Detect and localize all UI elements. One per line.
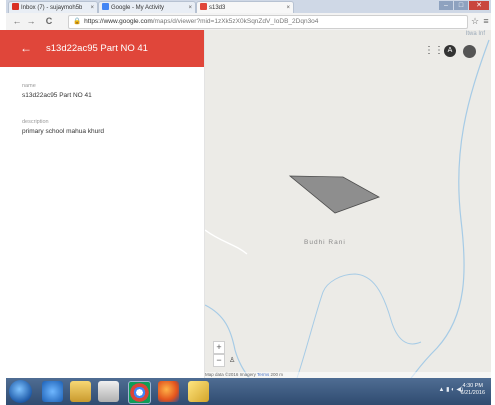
map-place-label: Itwa Inf [465, 31, 485, 37]
browser-menu-icon[interactable]: ≡ [481, 15, 491, 27]
apps-grid-icon[interactable]: ⋮⋮⋮ [424, 45, 454, 57]
media-player-icon[interactable] [98, 381, 119, 402]
river-line [410, 39, 490, 378]
road-line [205, 229, 248, 255]
screenshot-frame: Inbox (7) - sujaymoh5b × Google - My Act… [0, 0, 495, 405]
zoom-out-button[interactable]: − [213, 354, 225, 367]
url-host: www.google.com [103, 18, 153, 25]
chrome-icon[interactable] [128, 381, 151, 404]
scale-bar: 200 m [270, 372, 284, 377]
back-arrow-icon[interactable]: ← [20, 42, 32, 54]
map-canvas[interactable]: Itwa Inf Budhi Rani ⋮⋮⋮ A + − ♙ Map data… [205, 30, 491, 378]
url-scheme: https:// [84, 18, 104, 25]
start-button-icon[interactable] [9, 380, 32, 403]
gmail-icon [12, 3, 19, 10]
clock-date: 6/21/2016 [460, 390, 485, 396]
url-path: /maps/d/viewer?mid=1zXk5zX0kSqnZdV_IoDB_… [152, 18, 319, 25]
file-explorer-icon[interactable] [70, 381, 91, 402]
paint-icon[interactable] [188, 381, 209, 402]
description-value: primary school mahua khurd [22, 128, 105, 135]
account-badge[interactable]: A [444, 45, 456, 57]
panel-header: ← s13d22ac95 Part NO 41 [0, 30, 204, 67]
my-maps-icon [200, 3, 207, 10]
name-value: s13d22ac95 Part NO 41 [22, 92, 92, 99]
map-layer [205, 39, 490, 378]
name-label: name [22, 83, 36, 89]
feature-title: s13d22ac95 Part NO 41 [46, 43, 148, 54]
window-close-button[interactable]: ✕ [469, 1, 489, 10]
attribution-text: Map data ©2016 Imagery [205, 372, 256, 377]
feature-info-panel: ← s13d22ac95 Part NO 41 name s13d22ac95 … [0, 30, 205, 378]
google-icon [102, 3, 109, 10]
river-line [205, 304, 250, 378]
pegman-icon[interactable]: ♙ [229, 356, 235, 364]
browser-tab-strip: Inbox (7) - sujaymoh5b × Google - My Act… [6, 0, 491, 14]
map-place-label: Budhi Rani [304, 239, 346, 246]
maximize-button[interactable]: □ [454, 1, 468, 10]
windows-taskbar: ▲ ▮ ◐ ◀) 4:30 PM 6/21/2016 [6, 378, 491, 405]
village-boundary-polygon[interactable] [288, 175, 380, 214]
account-initial: A [447, 47, 453, 54]
browser-toolbar: ← → C 🔒 https://www.google.com/maps/d/vie… [6, 13, 491, 31]
taskbar-clock[interactable]: 4:30 PM 6/21/2016 [461, 383, 485, 397]
internet-explorer-icon[interactable] [42, 381, 63, 402]
minimize-button[interactable]: – [439, 1, 453, 10]
river-line [296, 273, 422, 378]
terms-link[interactable]: Terms [257, 372, 269, 377]
lock-icon: 🔒 [73, 18, 82, 25]
system-tray[interactable]: ▲ ▮ ◐ ◀) [439, 386, 463, 393]
description-label: description [22, 119, 49, 125]
back-button[interactable]: ← [12, 15, 22, 27]
zoom-in-button[interactable]: + [213, 341, 225, 354]
clock-time: 4:30 PM [462, 383, 483, 389]
reload-button[interactable]: C [44, 15, 54, 27]
bookmark-star-icon[interactable]: ☆ [470, 15, 480, 27]
forward-button[interactable]: → [26, 15, 36, 27]
avatar[interactable] [463, 45, 476, 58]
firefox-icon[interactable] [158, 381, 179, 402]
address-bar[interactable]: 🔒 https://www.google.com/maps/d/viewer?mi… [68, 15, 468, 29]
